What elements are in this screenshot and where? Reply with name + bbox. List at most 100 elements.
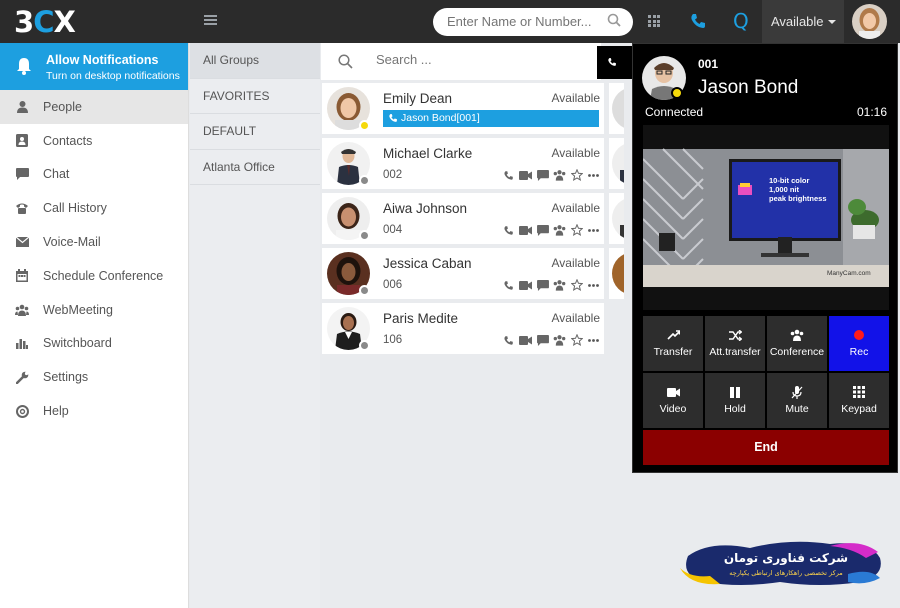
caret-down-icon <box>828 20 836 24</box>
call-history-icon <box>15 201 29 215</box>
conference-icon[interactable] <box>553 279 566 291</box>
contact-card-paris-medite[interactable]: Paris Medite Available 106 <box>322 303 604 354</box>
end-call-button[interactable]: End <box>643 430 889 465</box>
contact-avatar <box>612 197 624 240</box>
transfer-button[interactable]: Transfer <box>643 316 703 371</box>
contact-name: Paris Medite <box>383 311 459 326</box>
conference-icon[interactable] <box>553 169 566 181</box>
sidebar-item-contacts[interactable]: Contacts <box>0 124 188 158</box>
call-icon[interactable] <box>502 334 515 346</box>
chat-icon[interactable] <box>536 224 549 236</box>
keypad-button[interactable]: Keypad <box>829 373 889 428</box>
contact-actions <box>502 334 600 346</box>
video-call-icon[interactable] <box>519 334 532 346</box>
sidebar-item-call-history[interactable]: Call History <box>0 191 188 225</box>
queue-q-button[interactable]: Q <box>733 9 749 33</box>
sidebar-item-label: Help <box>43 404 69 419</box>
sidebar-item-settings[interactable]: Settings <box>0 360 188 394</box>
presence-dot <box>359 120 370 131</box>
contact-card-partial[interactable] <box>609 248 624 299</box>
apps-grid-icon[interactable] <box>648 15 660 27</box>
call-window-tab[interactable] <box>597 46 633 79</box>
menu-toggle-icon[interactable] <box>204 15 217 26</box>
brand-line2: مرکز تخصصی راهکارهای ارتباطی یکپارچه <box>729 569 843 577</box>
call-icon[interactable] <box>502 279 515 291</box>
sidebar-item-help[interactable]: Help <box>0 394 188 428</box>
video-icon <box>666 386 680 398</box>
group-default[interactable]: DEFAULT <box>190 114 320 150</box>
video-frame-image: 10-bit color 1,000 nit peak brightness M… <box>643 148 889 287</box>
chat-icon[interactable] <box>536 279 549 291</box>
sidebar-item-chat[interactable]: Chat <box>0 158 188 192</box>
search-icon[interactable] <box>607 13 621 27</box>
contact-card-partial[interactable] <box>609 83 624 134</box>
record-button[interactable]: Rec <box>829 316 889 371</box>
contact-extension: 006 <box>383 279 403 291</box>
presence-dot <box>359 175 370 186</box>
contact-card-michael-clarke[interactable]: Michael Clarke Available 002 <box>322 138 604 189</box>
dial-search-input[interactable] <box>433 8 633 36</box>
button-label: Mute <box>785 403 809 415</box>
sidebar-item-voicemail[interactable]: Voice-Mail <box>0 225 188 259</box>
status-dropdown[interactable]: Available <box>762 0 844 43</box>
favorite-star-icon[interactable] <box>570 279 583 291</box>
active-call-bar[interactable]: Jason Bond[001] <box>383 110 599 127</box>
presence-dot <box>671 87 683 99</box>
sidebar-item-switchboard[interactable]: Switchboard <box>0 327 188 361</box>
sidebar-item-label: Voice-Mail <box>43 235 101 250</box>
3cx-logo[interactable]: 3CX <box>14 5 76 39</box>
groups-panel: All Groups FAVORITES DEFAULT Atlanta Off… <box>190 43 320 608</box>
help-icon <box>15 404 29 418</box>
video-stream[interactable]: 10-bit color 1,000 nit peak brightness M… <box>643 125 889 310</box>
contact-status: Available <box>551 311 600 325</box>
contact-card-partial[interactable] <box>609 138 624 189</box>
chat-icon[interactable] <box>536 334 549 346</box>
contact-card-partial[interactable] <box>609 193 624 244</box>
video-call-icon[interactable] <box>519 279 532 291</box>
group-all-groups[interactable]: All Groups <box>190 43 320 79</box>
user-avatar[interactable] <box>852 4 887 39</box>
contact-status: Available <box>551 201 600 215</box>
video-button[interactable]: Video <box>643 373 703 428</box>
video-call-icon[interactable] <box>519 169 532 181</box>
contact-card-emily-dean[interactable]: Emily Dean Available Jason Bond[001] <box>322 83 604 134</box>
favorite-star-icon[interactable] <box>570 224 583 236</box>
sidebar-item-label: Switchboard <box>43 336 112 351</box>
video-call-icon[interactable] <box>519 224 532 236</box>
sidebar: Allow Notifications Turn on desktop noti… <box>0 43 189 608</box>
conference-icon[interactable] <box>553 334 566 346</box>
phone-icon[interactable] <box>689 12 707 30</box>
more-options-icon[interactable] <box>587 224 600 236</box>
call-icon[interactable] <box>502 169 515 181</box>
conference-button[interactable]: Conference <box>767 316 827 371</box>
att-transfer-button[interactable]: Att.transfer <box>705 316 765 371</box>
call-icon[interactable] <box>502 224 515 236</box>
chat-icon[interactable] <box>536 169 549 181</box>
contact-actions <box>502 169 600 181</box>
group-favorites[interactable]: FAVORITES <box>190 79 320 114</box>
allow-notifications-banner[interactable]: Allow Notifications Turn on desktop noti… <box>0 43 188 90</box>
people-search-input[interactable] <box>376 52 576 67</box>
sidebar-item-label: Schedule Conference <box>43 268 164 283</box>
contact-avatar <box>612 87 624 130</box>
sidebar-item-people[interactable]: People <box>0 90 188 124</box>
more-options-icon[interactable] <box>587 334 600 346</box>
more-options-icon[interactable] <box>587 169 600 181</box>
mute-button[interactable]: Mute <box>767 373 827 428</box>
sidebar-item-schedule-conference[interactable]: Schedule Conference <box>0 259 188 293</box>
favorite-star-icon[interactable] <box>570 334 583 346</box>
button-label: Keypad <box>841 403 877 415</box>
contact-card-aiwa-johnson[interactable]: Aiwa Johnson Available 004 <box>322 193 604 244</box>
sidebar-item-webmeeting[interactable]: WebMeeting <box>0 293 188 327</box>
button-label: Hold <box>724 403 746 415</box>
shuffle-icon <box>728 329 742 341</box>
group-atlanta-office[interactable]: Atlanta Office <box>190 150 320 185</box>
favorite-star-icon[interactable] <box>570 169 583 181</box>
button-label: Rec <box>849 346 869 358</box>
contact-status: Available <box>551 91 600 105</box>
phone-icon <box>389 114 397 122</box>
more-options-icon[interactable] <box>587 279 600 291</box>
hold-button[interactable]: Hold <box>705 373 765 428</box>
conference-icon[interactable] <box>553 224 566 236</box>
contact-card-jessica-caban[interactable]: Jessica Caban Available 006 <box>322 248 604 299</box>
